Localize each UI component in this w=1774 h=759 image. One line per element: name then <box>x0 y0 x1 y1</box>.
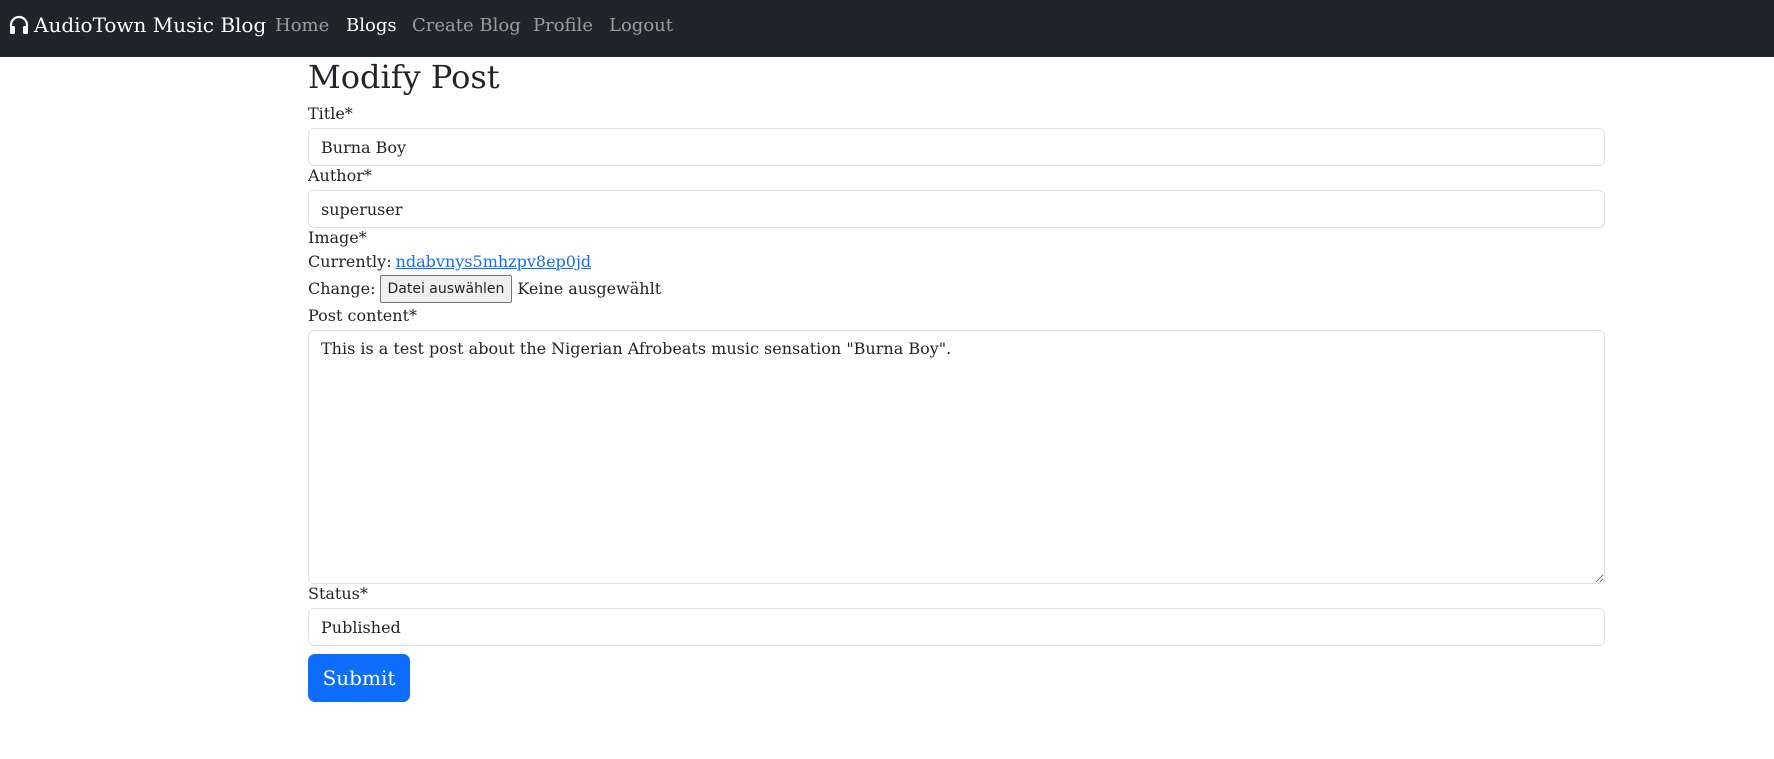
status-label: Status* <box>308 584 368 603</box>
nav-link-create-blog[interactable]: Create Blog <box>412 15 521 36</box>
headphones-icon <box>8 15 34 35</box>
image-current-link[interactable]: ndabvnys5mhzpv8ep0jd <box>396 251 592 273</box>
content-textarea[interactable]: This is a test post about the Nigerian A… <box>308 330 1605 584</box>
image-change-row: Change: Datei auswählen Keine ausgewählt <box>308 275 661 303</box>
nav-link-blogs[interactable]: Blogs <box>346 15 397 36</box>
nav-link-profile[interactable]: Profile <box>533 15 593 36</box>
title-input[interactable] <box>308 128 1605 166</box>
status-input[interactable] <box>308 608 1605 646</box>
author-input[interactable] <box>308 190 1605 228</box>
content-label: Post content* <box>308 306 418 325</box>
brand-link[interactable]: AudioTown Music Blog <box>8 13 266 37</box>
choose-file-button[interactable]: Datei auswählen <box>379 275 513 303</box>
image-current-row: Currently: ndabvnys5mhzpv8ep0jd <box>308 251 591 273</box>
image-change-prefix: Change: <box>308 279 376 298</box>
image-current-prefix: Currently: <box>308 252 392 271</box>
title-label: Title* <box>308 104 353 123</box>
submit-button[interactable]: Submit <box>308 654 410 702</box>
brand-label: AudioTown Music Blog <box>34 13 267 37</box>
file-status-text: Keine ausgewählt <box>517 279 662 298</box>
page-title: Modify Post <box>308 58 500 96</box>
author-label: Author* <box>308 166 372 185</box>
nav-link-home[interactable]: Home <box>275 15 329 36</box>
navbar: AudioTown Music Blog Home Blogs Create B… <box>0 0 1774 57</box>
nav-link-logout[interactable]: Logout <box>609 15 673 36</box>
image-label: Image* <box>308 228 367 247</box>
